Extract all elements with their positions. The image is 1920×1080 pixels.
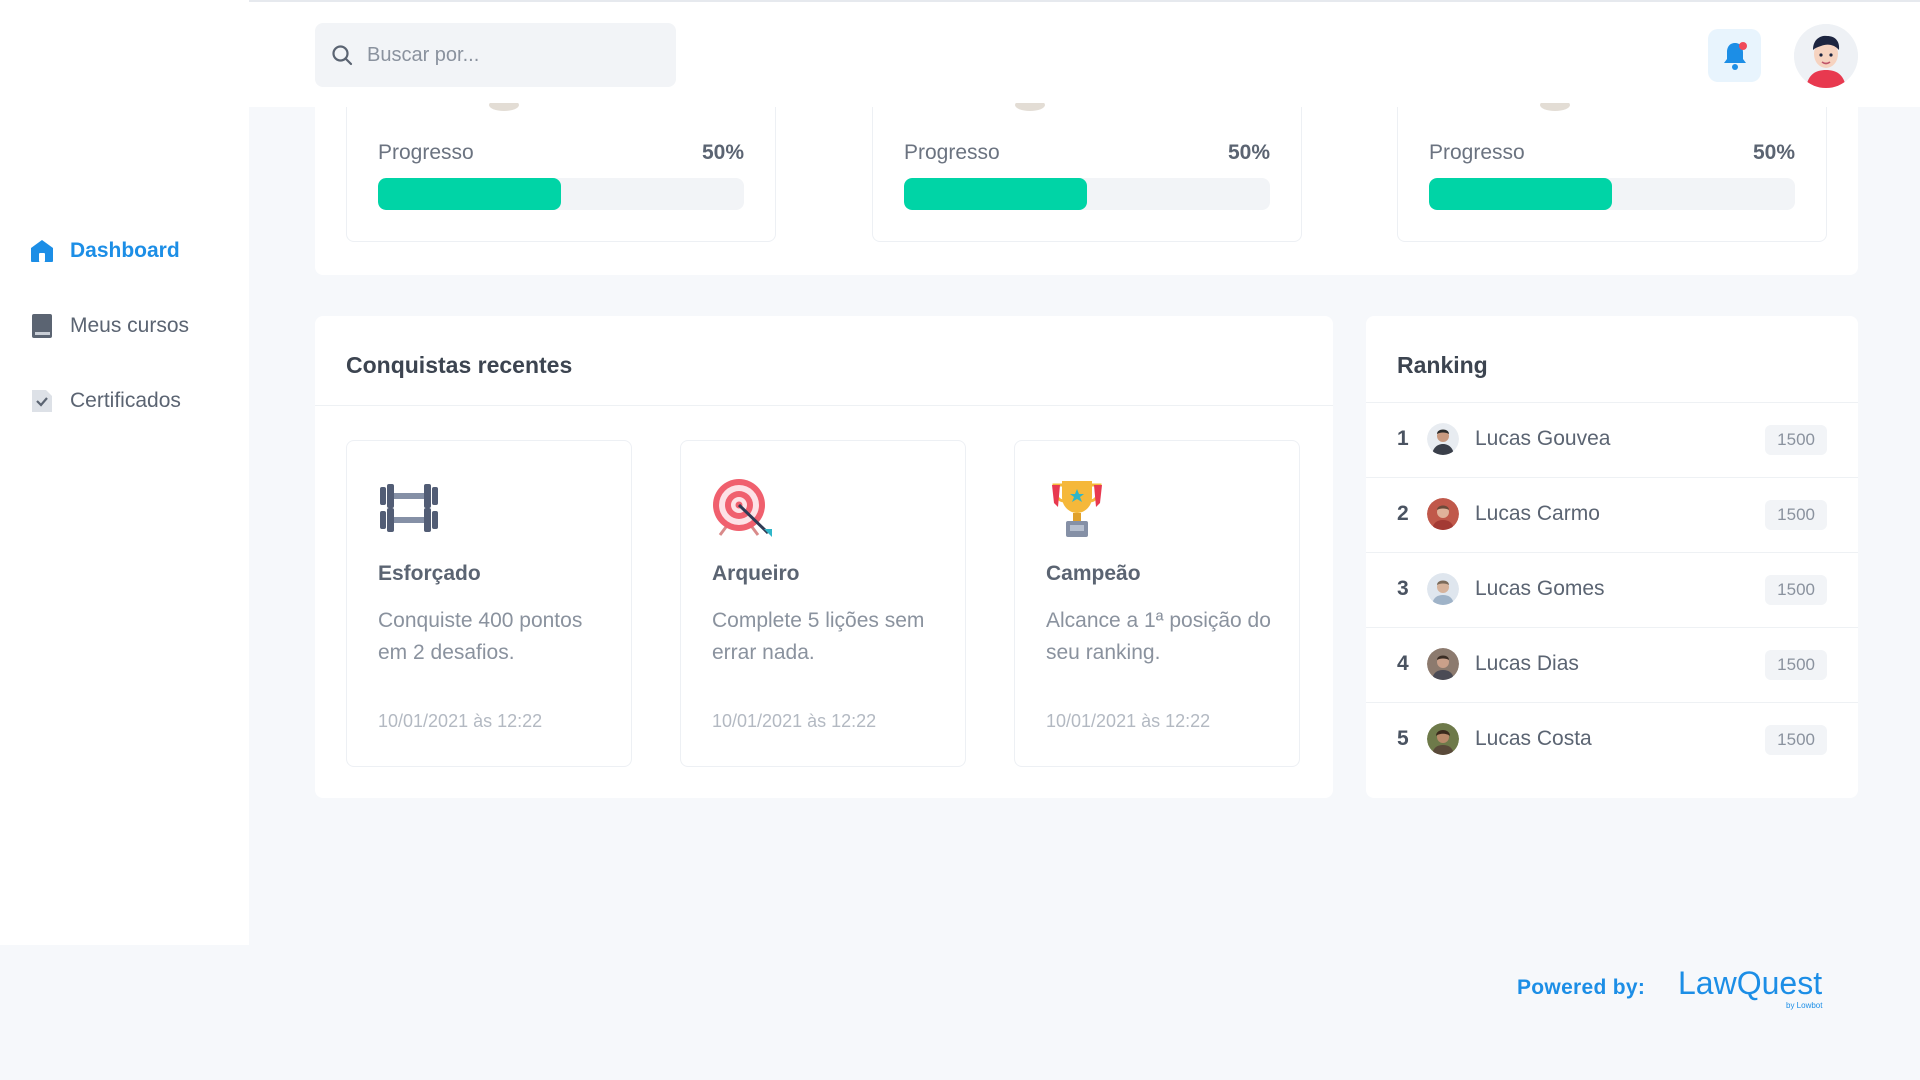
achievement-date: 10/01/2021 às 12:22 bbox=[378, 711, 543, 731]
ranking-name: Lucas Gouvea bbox=[1475, 427, 1611, 450]
progress-bar bbox=[1429, 178, 1795, 210]
achievement-description: Alcance a 1ª posição do seu ranking. bbox=[1046, 609, 1271, 664]
ranking-name: Lucas Dias bbox=[1475, 652, 1579, 675]
progress-fill bbox=[904, 178, 1087, 210]
avatar bbox=[1427, 573, 1459, 605]
lawquest-logo: LawQuest by Lowbot bbox=[1678, 965, 1823, 1010]
achievement-name: Campeão bbox=[1046, 562, 1141, 585]
ranking-name: Lucas Gomes bbox=[1475, 577, 1605, 600]
dumbbell-icon bbox=[380, 484, 438, 532]
search-box[interactable] bbox=[315, 23, 676, 87]
svg-text:by Lowbot: by Lowbot bbox=[1786, 1001, 1823, 1010]
avatar bbox=[1427, 648, 1459, 680]
sidebar: Dashboard Meus cursos Certificados bbox=[0, 0, 249, 945]
ranking-position: 5 bbox=[1397, 727, 1409, 750]
book-icon bbox=[29, 313, 55, 339]
sidebar-item-label: Dashboard bbox=[70, 239, 180, 262]
svg-text:LawQuest: LawQuest bbox=[1678, 965, 1822, 1001]
progress-label: Progresso bbox=[378, 141, 474, 164]
progress-fill bbox=[1429, 178, 1612, 210]
sidebar-nav: Dashboard Meus cursos Certificados bbox=[29, 237, 189, 462]
achievement-name: Esforçado bbox=[378, 562, 481, 585]
trophy-icon bbox=[1052, 481, 1102, 537]
bell-icon bbox=[1723, 41, 1747, 70]
achievements-title: Conquistas recentes bbox=[346, 352, 573, 378]
search-icon bbox=[332, 45, 353, 66]
ranking-position: 2 bbox=[1397, 502, 1409, 525]
ranking-score: 1500 bbox=[1765, 500, 1827, 530]
course-image-icon bbox=[1540, 103, 1570, 111]
avatar-icon bbox=[1794, 24, 1858, 88]
ranking-score: 1500 bbox=[1765, 575, 1827, 605]
search-input[interactable] bbox=[367, 43, 647, 67]
course-image-icon bbox=[489, 103, 519, 111]
powered-by-label: Powered by: bbox=[1517, 976, 1646, 999]
ranking-row[interactable]: 1 Lucas Gouvea 1500 bbox=[1366, 403, 1858, 478]
ranking-position: 4 bbox=[1397, 652, 1409, 675]
sidebar-item-label: Meus cursos bbox=[70, 314, 190, 337]
achievement-date: 10/01/2021 às 12:22 bbox=[712, 711, 877, 731]
ranking-score: 1500 bbox=[1765, 425, 1827, 455]
ranking-position: 1 bbox=[1397, 427, 1409, 450]
notifications-button[interactable] bbox=[1708, 29, 1761, 82]
ranking-position: 3 bbox=[1397, 577, 1409, 600]
progress-bar bbox=[378, 178, 744, 210]
achievement-name: Arqueiro bbox=[712, 562, 800, 585]
achievement-card[interactable]: Esforçado Conquiste 400 pontos em 2 desa… bbox=[346, 440, 632, 767]
courses-panel: Progresso 50% Progresso 50% Progresso 50… bbox=[315, 103, 1858, 275]
sidebar-item-meus-cursos[interactable]: Meus cursos bbox=[29, 312, 189, 340]
course-card[interactable]: Progresso 50% bbox=[1397, 103, 1827, 242]
home-icon bbox=[29, 238, 55, 264]
ranking-name: Lucas Carmo bbox=[1475, 502, 1600, 525]
divider bbox=[315, 405, 1333, 406]
sidebar-item-certificados[interactable]: Certificados bbox=[29, 387, 189, 415]
ranking-row[interactable]: 5 Lucas Costa 1500 bbox=[1366, 703, 1858, 778]
ranking-name: Lucas Costa bbox=[1475, 727, 1592, 750]
user-avatar[interactable] bbox=[1794, 24, 1858, 88]
progress-value: 50% bbox=[1227, 141, 1270, 164]
certificate-icon bbox=[29, 388, 55, 414]
course-image-icon bbox=[1015, 103, 1045, 111]
ranking-score: 1500 bbox=[1765, 650, 1827, 680]
avatar bbox=[1427, 723, 1459, 755]
sidebar-item-label: Certificados bbox=[70, 389, 181, 412]
course-card[interactable]: Progresso 50% bbox=[346, 103, 776, 242]
course-card[interactable]: Progresso 50% bbox=[872, 103, 1302, 242]
ranking-score: 1500 bbox=[1765, 725, 1827, 755]
achievement-card[interactable]: Arqueiro Complete 5 lições sem errar nad… bbox=[680, 440, 966, 767]
top-header bbox=[249, 2, 1920, 107]
progress-value: 50% bbox=[1752, 141, 1795, 164]
progress-value: 50% bbox=[701, 141, 744, 164]
progress-fill bbox=[378, 178, 561, 210]
progress-label: Progresso bbox=[1429, 141, 1525, 164]
progress-bar bbox=[904, 178, 1270, 210]
avatar bbox=[1427, 423, 1459, 455]
achievements-panel: Conquistas recentes Esforçado Conquiste … bbox=[315, 316, 1333, 798]
achievement-card[interactable]: Campeão Alcance a 1ª posição do seu rank… bbox=[1014, 440, 1300, 767]
ranking-row[interactable]: 2 Lucas Carmo 1500 bbox=[1366, 478, 1858, 553]
achievement-description: Complete 5 lições sem errar nada. bbox=[712, 609, 925, 664]
ranking-title: Ranking bbox=[1397, 352, 1488, 378]
ranking-panel: Ranking 1 Lucas Gouvea 1500 2 Lucas Carm… bbox=[1366, 316, 1858, 798]
ranking-row[interactable]: 4 Lucas Dias 1500 bbox=[1366, 628, 1858, 703]
achievement-date: 10/01/2021 às 12:22 bbox=[1046, 711, 1211, 731]
ranking-row[interactable]: 3 Lucas Gomes 1500 bbox=[1366, 553, 1858, 628]
target-icon bbox=[713, 479, 772, 537]
achievement-description: Conquiste 400 pontos em 2 desafios. bbox=[378, 609, 583, 664]
avatar bbox=[1427, 498, 1459, 530]
sidebar-item-dashboard[interactable]: Dashboard bbox=[29, 237, 189, 265]
progress-label: Progresso bbox=[904, 141, 1000, 164]
